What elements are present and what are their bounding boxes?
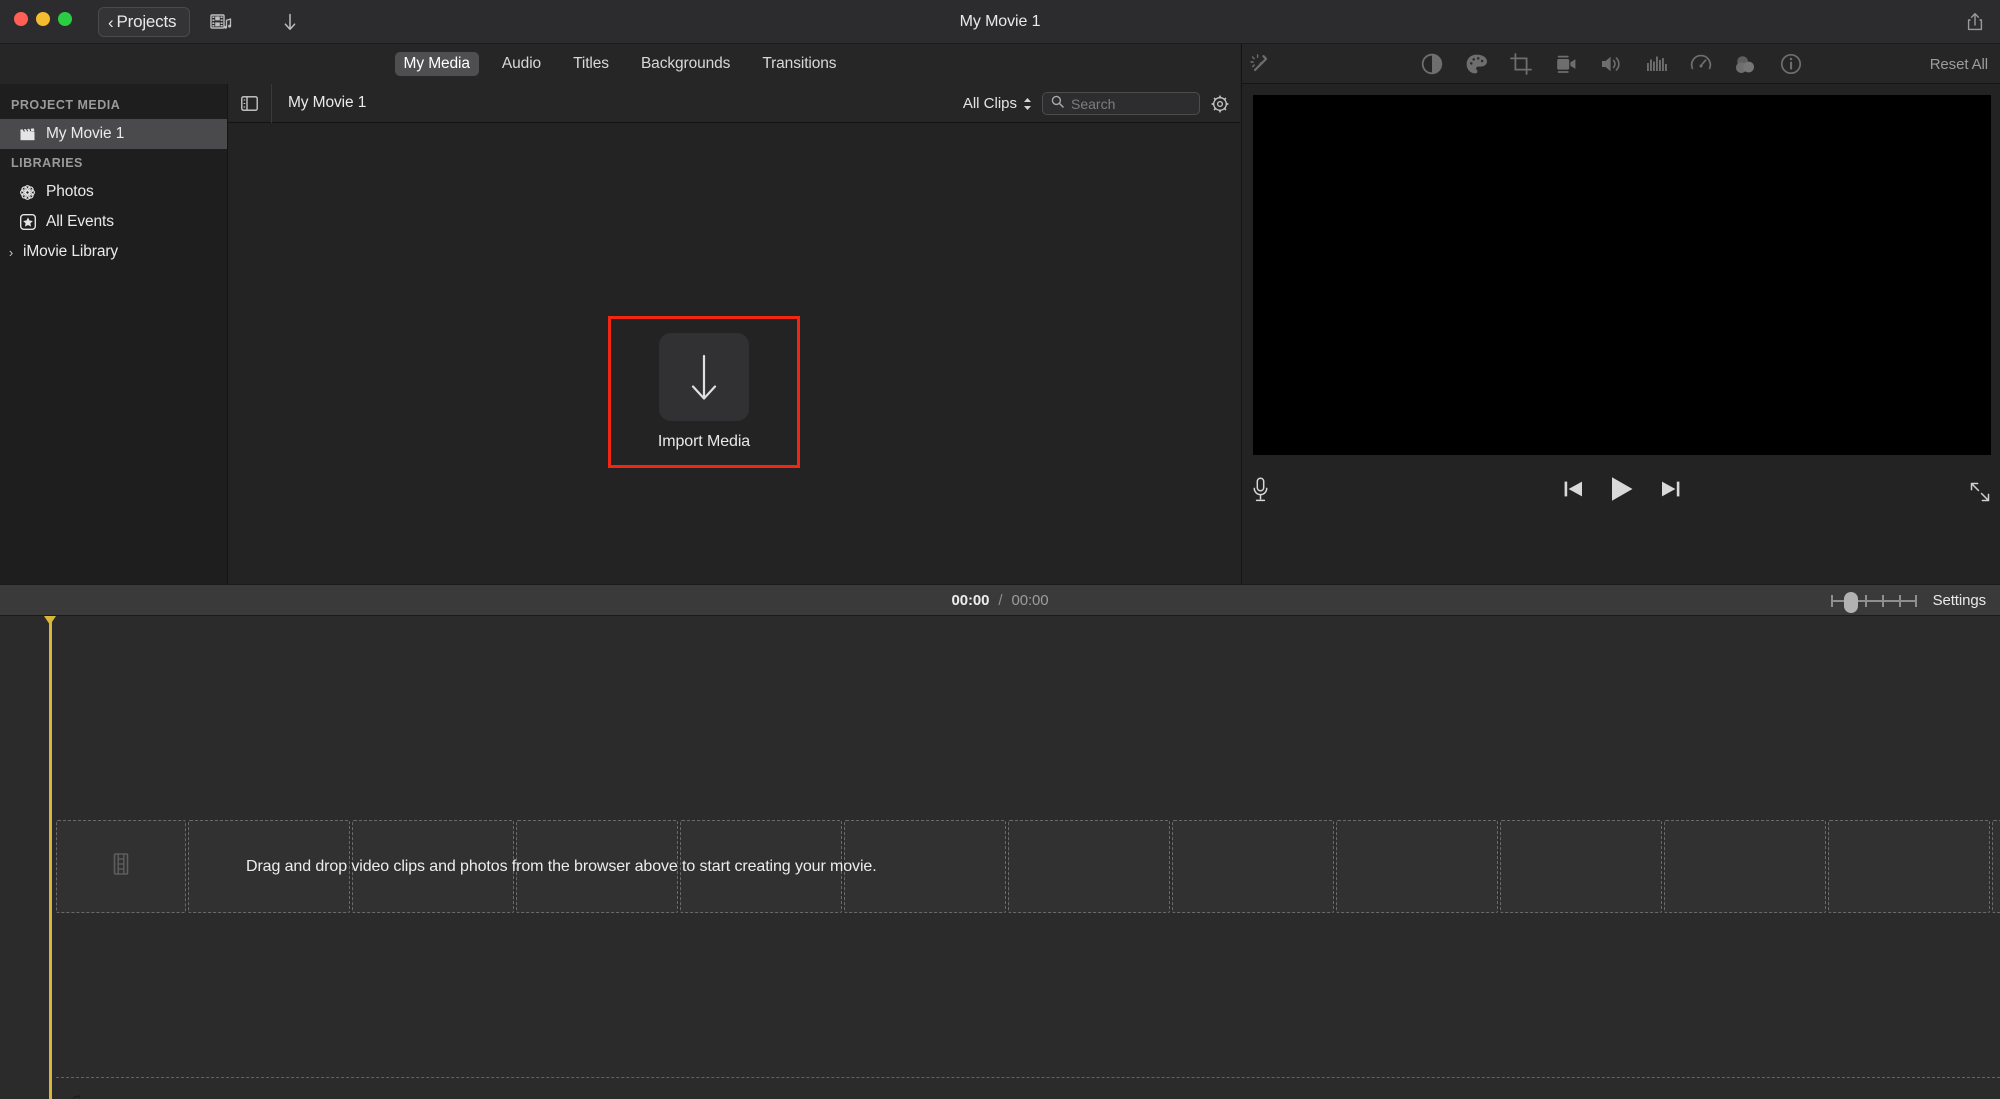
photos-flower-icon — [18, 184, 37, 201]
music-note-icon: ♫ — [68, 1090, 82, 1099]
reset-all-button[interactable]: Reset All — [1930, 44, 1988, 84]
timeline-placeholder — [56, 820, 186, 913]
info-icon[interactable] — [1780, 53, 1802, 75]
import-media-highlight: Import Media — [608, 316, 800, 468]
media-browser-pane: My Movie 1 All Clips Search Import Media — [228, 83, 1240, 584]
timeline-placeholder — [352, 820, 514, 913]
sidebar-toggle-icon[interactable] — [228, 83, 272, 123]
skip-to-start-icon[interactable] — [1563, 479, 1585, 504]
all-clips-label: All Clips — [962, 95, 1017, 112]
imovie-window: ‹ Projects My Movie 1 My Media Audio Tit… — [0, 0, 2000, 1099]
timeline-placeholder — [1828, 820, 1990, 913]
timeline-zoom-slider[interactable] — [1830, 591, 1917, 613]
timeline-placeholder — [1664, 820, 1826, 913]
sidebar-section-project-media: PROJECT MEDIA — [11, 98, 121, 112]
import-media-label: Import Media — [657, 433, 751, 450]
clip-filter-icon[interactable] — [1734, 54, 1758, 74]
zoom-tick — [1914, 594, 1917, 607]
timeline-placeholder — [1336, 820, 1498, 913]
star-box-icon — [18, 214, 37, 230]
timeline-settings-button[interactable]: Settings — [1933, 592, 1987, 609]
film-strip-icon — [111, 853, 131, 880]
zoom-tick — [1830, 594, 1833, 607]
up-down-chevron-icon — [1023, 97, 1032, 111]
timeline-placeholder — [680, 820, 842, 913]
play-icon[interactable] — [1609, 475, 1635, 508]
playhead[interactable] — [44, 616, 56, 1099]
current-timecode: 00:00 — [951, 592, 990, 609]
tab-my-media[interactable]: My Media — [394, 52, 479, 76]
tab-titles[interactable]: Titles — [564, 52, 618, 76]
zoom-tick — [1881, 594, 1884, 607]
timeline-audio-track[interactable]: ♫ — [56, 1077, 2000, 1099]
gear-icon[interactable] — [1210, 94, 1230, 114]
viewer-toolbar: Reset All — [1242, 44, 2000, 84]
search-field[interactable] — [1042, 92, 1200, 115]
timeline-toolbar: 00:00 / 00:00 Settings — [0, 584, 2000, 616]
timecode-separator: / — [998, 592, 1003, 609]
sidebar-item-label: My Movie 1 — [46, 125, 125, 142]
timeline-placeholder — [516, 820, 678, 913]
expand-icon[interactable] — [1969, 481, 1991, 508]
browser-header-controls: All Clips — [963, 84, 1230, 123]
video-preview[interactable] — [1253, 95, 1991, 455]
sidebar-item-label: iMovie Library — [23, 243, 119, 260]
equalizer-icon[interactable] — [1646, 55, 1668, 73]
download-arrow-icon — [659, 333, 749, 421]
browser-body: Import Media — [228, 123, 1240, 584]
search-icon — [1051, 95, 1064, 113]
import-media-button[interactable]: Import Media — [611, 319, 797, 465]
share-icon[interactable] — [1958, 7, 1992, 37]
timeline-placeholder — [1172, 820, 1334, 913]
sidebar-item-photos[interactable]: Photos — [0, 177, 227, 207]
browser-title: My Movie 1 — [288, 94, 367, 111]
media-tab-strip: My Media Audio Titles Backgrounds Transi… — [0, 44, 1240, 84]
crop-icon[interactable] — [1509, 53, 1532, 75]
window-title: My Movie 1 — [959, 13, 1041, 30]
sidebar-item-imovie-library[interactable]: › iMovie Library — [0, 237, 227, 267]
tab-audio[interactable]: Audio — [493, 52, 550, 76]
sidebar-item-label: All Events — [46, 213, 114, 230]
timeline-toolbar-right: Settings — [1830, 585, 1987, 616]
viewer-pane: Reset All — [1241, 44, 2000, 584]
timeline[interactable]: Drag and drop video clips and photos fro… — [0, 616, 2000, 1099]
zoom-slider-knob[interactable] — [1843, 591, 1858, 613]
clapperboard-icon — [18, 127, 37, 142]
timeline-placeholder — [188, 820, 350, 913]
volume-icon[interactable] — [1600, 54, 1624, 74]
disclosure-arrow-icon[interactable]: › — [5, 245, 17, 260]
sidebar-section-libraries: LIBRARIES — [11, 156, 83, 170]
zoom-tick — [1898, 594, 1901, 607]
search-input[interactable] — [1071, 95, 1183, 112]
title-bar: ‹ Projects My Movie 1 — [0, 0, 2000, 44]
magic-wand-icon[interactable] — [1248, 52, 1272, 76]
sidebar-item-label: Photos — [46, 183, 94, 200]
all-clips-filter[interactable]: All Clips — [963, 95, 1032, 112]
timeline-placeholder-row — [56, 820, 2000, 913]
tab-transitions[interactable]: Transitions — [753, 52, 845, 76]
tab-backgrounds[interactable]: Backgrounds — [632, 52, 739, 76]
color-balance-icon[interactable] — [1421, 53, 1443, 75]
sidebar: PROJECT MEDIA My Movie 1 LIBRARIES Photo… — [0, 84, 228, 584]
timeline-placeholder — [1008, 820, 1170, 913]
sidebar-item-all-events[interactable]: All Events — [0, 207, 227, 237]
enhance-group — [1248, 44, 1272, 84]
timecode-display: 00:00 / 00:00 — [0, 585, 2000, 616]
timeline-placeholder — [844, 820, 1006, 913]
timeline-placeholder — [1992, 820, 2000, 913]
speed-gauge-icon[interactable] — [1690, 53, 1712, 75]
timeline-placeholder — [1500, 820, 1662, 913]
stabilization-camera-icon[interactable] — [1554, 54, 1578, 74]
adjustment-tools — [1352, 44, 1870, 84]
color-correction-palette-icon[interactable] — [1465, 53, 1488, 75]
skip-to-end-icon[interactable] — [1659, 479, 1681, 504]
transport-controls — [1242, 459, 2000, 524]
viewer-controls — [1242, 459, 2000, 524]
total-timecode: 00:00 — [1011, 592, 1049, 609]
zoom-tick — [1864, 594, 1867, 607]
browser-header: My Movie 1 All Clips — [228, 83, 1240, 123]
sidebar-item-my-movie-1[interactable]: My Movie 1 — [0, 119, 227, 149]
